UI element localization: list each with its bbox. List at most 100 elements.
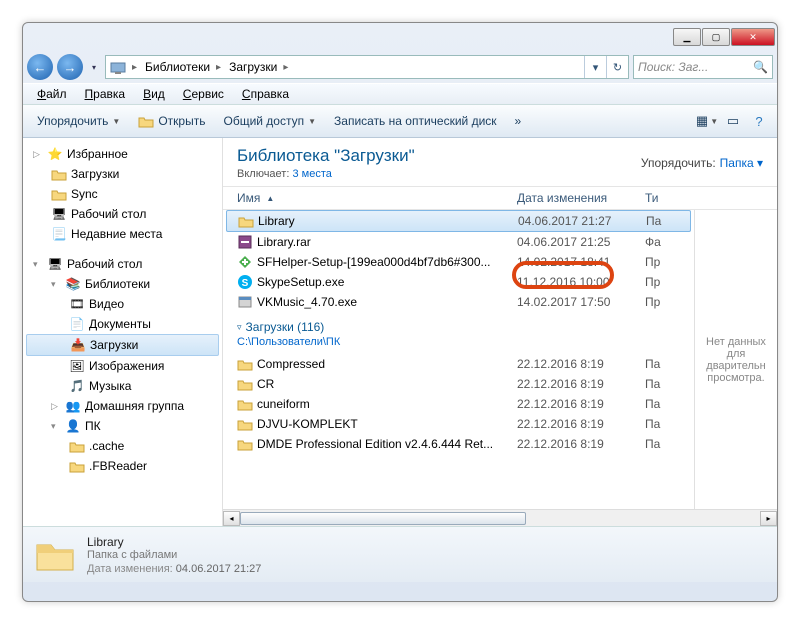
menu-file[interactable]: Файл bbox=[29, 85, 75, 103]
close-button[interactable]: ✕ bbox=[731, 28, 775, 46]
search-input[interactable]: Поиск: Заг... 🔍 bbox=[633, 55, 773, 79]
menu-bar: Файл Правка Вид Сервис Справка bbox=[23, 83, 777, 105]
file-date: 14.02.2017 18:41 bbox=[517, 255, 645, 269]
file-date: 14.02.2017 17:50 bbox=[517, 295, 645, 309]
share-button[interactable]: Общий доступ▼ bbox=[215, 110, 324, 132]
file-row[interactable]: SSkypeSetup.exe11.12.2016 10:00Пр bbox=[223, 272, 694, 292]
nav-history-dropdown[interactable]: ▾ bbox=[87, 54, 101, 80]
file-name: CR bbox=[257, 377, 274, 391]
tree-desktop-fav[interactable]: 🖥Рабочий стол bbox=[23, 204, 222, 224]
file-icon: S bbox=[237, 274, 253, 290]
file-icon bbox=[237, 294, 253, 310]
file-type: Пр bbox=[645, 295, 683, 309]
file-row[interactable]: CR22.12.2016 8:19Па bbox=[223, 374, 694, 394]
breadcrumb-libraries[interactable]: Библиотеки bbox=[141, 60, 225, 74]
homegroup-icon: 👥 bbox=[65, 398, 81, 414]
file-name: Library.rar bbox=[257, 235, 311, 249]
search-placeholder: Поиск: Заг... bbox=[638, 60, 708, 74]
organize-button[interactable]: Упорядочить▼ bbox=[29, 110, 128, 132]
breadcrumb-root[interactable] bbox=[106, 61, 141, 74]
recent-icon: 📃 bbox=[51, 226, 67, 242]
tree-fbreader[interactable]: .FBReader bbox=[23, 456, 222, 476]
back-button[interactable]: ← bbox=[27, 54, 53, 80]
burn-button[interactable]: Записать на оптический диск bbox=[326, 110, 505, 132]
navigation-bar: ← → ▾ Библиотеки Загрузки ▾ ↻ Поиск: Заг… bbox=[23, 51, 777, 83]
col-date[interactable]: Дата изменения bbox=[517, 191, 645, 205]
titlebar: ▁ ▢ ✕ bbox=[23, 23, 777, 51]
tree-videos[interactable]: 🎞Видео bbox=[23, 294, 222, 314]
address-dropdown[interactable]: ▾ bbox=[584, 56, 606, 78]
tree-pictures[interactable]: 🖼Изображения bbox=[23, 356, 222, 376]
horizontal-scrollbar[interactable]: ◂ ▸ bbox=[223, 509, 777, 526]
music-icon: 🎵 bbox=[69, 378, 85, 394]
file-row[interactable]: Compressed22.12.2016 8:19Па bbox=[223, 354, 694, 374]
file-list: Library04.06.2017 21:27Па Library.rar 04.0… bbox=[223, 210, 694, 509]
column-headers: Имя▲ Дата изменения Ти bbox=[223, 187, 777, 210]
folder-icon bbox=[51, 166, 67, 182]
tree-sync[interactable]: Sync bbox=[23, 184, 222, 204]
computer-icon bbox=[110, 61, 126, 74]
col-type[interactable]: Ти bbox=[645, 191, 683, 205]
file-type: Па bbox=[645, 377, 683, 391]
group-path: C:\Пользователи\ПК bbox=[223, 336, 694, 354]
maximize-button[interactable]: ▢ bbox=[702, 28, 730, 46]
breadcrumb-downloads[interactable]: Загрузки bbox=[225, 60, 292, 74]
file-row[interactable]: Library.rar04.06.2017 21:25Фа bbox=[223, 232, 694, 252]
desktop-icon: 🖥 bbox=[47, 256, 63, 272]
folder-icon bbox=[33, 535, 77, 575]
scroll-thumb[interactable] bbox=[240, 512, 526, 525]
tree-libraries[interactable]: ▾📚Библиотеки bbox=[23, 274, 222, 294]
includes-link[interactable]: 3 места bbox=[292, 168, 331, 180]
file-date: 22.12.2016 8:19 bbox=[517, 437, 645, 451]
menu-tools[interactable]: Сервис bbox=[175, 85, 232, 103]
file-icon bbox=[237, 436, 253, 452]
tree-downloads-lib[interactable]: 📥Загрузки bbox=[26, 334, 219, 356]
group-header[interactable]: ▿ Загрузки (116) bbox=[223, 312, 694, 336]
file-name: VKMusic_4.70.exe bbox=[257, 295, 357, 309]
tree-documents[interactable]: 📄Документы bbox=[23, 314, 222, 334]
file-type: Па bbox=[645, 417, 683, 431]
file-row[interactable]: Library04.06.2017 21:27Па bbox=[226, 210, 691, 232]
preview-pane-button[interactable]: ▭ bbox=[721, 109, 745, 133]
file-icon bbox=[237, 254, 253, 270]
file-name: SkypeSetup.exe bbox=[257, 275, 344, 289]
tree-homegroup[interactable]: ▷👥Домашняя группа bbox=[23, 396, 222, 416]
more-button[interactable]: » bbox=[507, 110, 530, 132]
menu-view[interactable]: Вид bbox=[135, 85, 173, 103]
arrange-value[interactable]: Папка ▾ bbox=[720, 156, 763, 170]
tree-pc[interactable]: ▾👤ПК bbox=[23, 416, 222, 436]
folder-icon bbox=[51, 186, 67, 202]
tree-music[interactable]: 🎵Музыка bbox=[23, 376, 222, 396]
file-row[interactable]: DJVU-KOMPLEKT22.12.2016 8:19Па bbox=[223, 414, 694, 434]
address-bar[interactable]: Библиотеки Загрузки ▾ ↻ bbox=[105, 55, 629, 79]
file-row[interactable]: DMDE Professional Edition v2.4.6.444 Ret… bbox=[223, 434, 694, 454]
refresh-button[interactable]: ↻ bbox=[606, 56, 628, 78]
tree-desktop-root[interactable]: ▾🖥Рабочий стол bbox=[23, 254, 222, 274]
group-path-link[interactable]: C:\Пользователи\ПК bbox=[237, 336, 340, 348]
preview-pane: Нет данных для дварительн просмотра. bbox=[694, 210, 777, 509]
file-row[interactable]: SFHelper-Setup-[199ea000d4bf7db6#300...1… bbox=[223, 252, 694, 272]
file-icon bbox=[237, 234, 253, 250]
file-type: Па bbox=[645, 397, 683, 411]
col-name[interactable]: Имя▲ bbox=[237, 191, 517, 205]
scroll-left-button[interactable]: ◂ bbox=[223, 511, 240, 526]
menu-help[interactable]: Справка bbox=[234, 85, 297, 103]
minimize-button[interactable]: ▁ bbox=[673, 28, 701, 46]
menu-edit[interactable]: Правка bbox=[77, 85, 134, 103]
file-name: DJVU-KOMPLEKT bbox=[257, 417, 358, 431]
file-date: 11.12.2016 10:00 bbox=[517, 275, 645, 289]
file-date: 04.06.2017 21:27 bbox=[518, 214, 646, 228]
tree-recent[interactable]: 📃Недавние места bbox=[23, 224, 222, 244]
view-mode-button[interactable]: ▦▼ bbox=[695, 109, 719, 133]
file-row[interactable]: VKMusic_4.70.exe 14.02.2017 17:50Пр bbox=[223, 292, 694, 312]
open-button[interactable]: Открыть bbox=[130, 110, 213, 132]
file-type: Па bbox=[645, 357, 683, 371]
help-button[interactable]: ? bbox=[747, 109, 771, 133]
tree-downloads-fav[interactable]: Загрузки bbox=[23, 164, 222, 184]
file-row[interactable]: cuneiform22.12.2016 8:19Па bbox=[223, 394, 694, 414]
tree-cache[interactable]: .cache bbox=[23, 436, 222, 456]
tree-favorites[interactable]: ▷⭐Избранное bbox=[23, 144, 222, 164]
file-date: 04.06.2017 21:25 bbox=[517, 235, 645, 249]
scroll-right-button[interactable]: ▸ bbox=[760, 511, 777, 526]
forward-button[interactable]: → bbox=[57, 54, 83, 80]
